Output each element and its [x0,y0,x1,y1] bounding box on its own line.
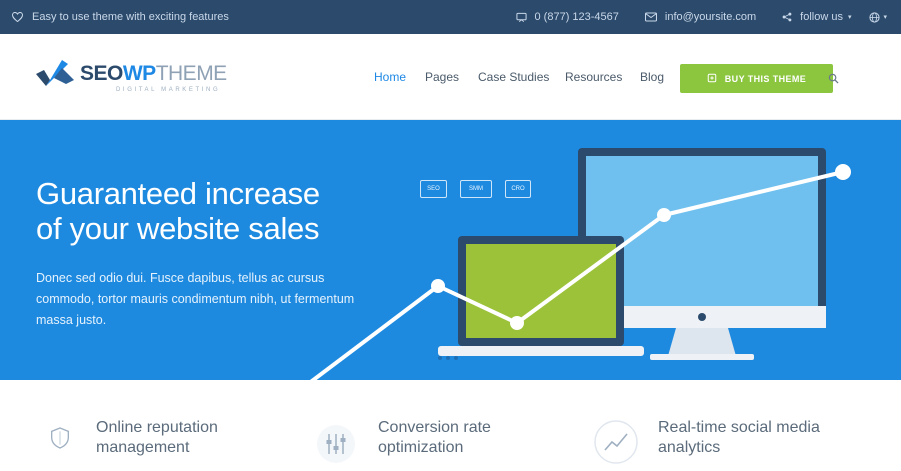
email-link[interactable]: info@yoursite.com [644,11,757,23]
phone-link[interactable]: 0 (877) 123-4567 [515,11,619,23]
tag-smm: SMM [460,180,492,198]
search-icon[interactable] [828,71,839,89]
mail-icon [644,12,657,22]
tagline-text: Easy to use theme with exciting features [32,11,229,23]
logo-tagline: DIGITAL MARKETING [116,87,221,93]
hero-title: Guaranteed increase of your website sale… [36,176,320,246]
feature-title-line1: Online reputation [96,419,218,436]
site-header: SEOWPTHEME DIGITAL MARKETING Home Pages … [0,34,901,120]
nav-home[interactable]: Home [374,70,406,84]
logo-wordmark: SEOWPTHEME [80,62,227,86]
feature-title-line1: Conversion rate [378,419,491,436]
hero-title-line1: Guaranteed increase [36,176,320,211]
cart-icon [707,73,717,85]
features-row: Online reputation management Conversion … [0,380,901,471]
feature-title-line2: analytics [658,439,721,456]
site-logo[interactable]: SEOWPTHEME DIGITAL MARKETING [36,56,236,102]
feature-title: Real-time social media analytics [658,418,820,458]
phone-number: 0 (877) 123-4567 [534,11,619,23]
follow-us-label: follow us [800,11,843,23]
top-bar: Easy to use theme with exciting features… [0,0,901,34]
logo-part-theme: THEME [155,62,228,85]
logo-mark-icon [36,60,74,86]
tag-seo: SEO [420,180,447,198]
nav-blog[interactable]: Blog [640,70,664,84]
email-address: info@yoursite.com [664,11,757,23]
hero-banner: SEO SMM CRO Guaranteed increase of your … [0,120,901,380]
buy-theme-label: BUY THIS THEME [724,73,807,84]
nav-case-studies[interactable]: Case Studies [478,70,549,84]
caret-down-icon: ▾ [847,14,852,21]
sliders-icon [316,418,356,463]
nav-resources[interactable]: Resources [565,70,622,84]
phone-icon [515,12,527,23]
tag-cro: CRO [505,180,531,198]
feature-title-line2: management [96,439,190,456]
buy-theme-button[interactable]: BUY THIS THEME [680,64,833,93]
nav-pages[interactable]: Pages [425,70,459,84]
follow-us-dropdown[interactable]: follow us ▾ [782,11,851,23]
hero-illustration [309,148,851,380]
feature-title: Online reputation management [96,418,218,458]
hero-description: Donec sed odio dui. Fusce dapibus, tellu… [36,271,355,327]
globe-icon [869,11,881,23]
shield-icon [50,418,90,458]
feature-title: Conversion rate optimization [378,418,491,458]
hero-title-line2: of your website sales [36,211,320,246]
logo-part-seo: SEO [80,62,123,85]
feature-title-line2: optimization [378,439,464,456]
caret-down-icon: ▾ [883,14,887,21]
share-icon [782,12,792,22]
logo-part-wp: WP [122,62,156,85]
language-dropdown[interactable]: ▾ [869,11,887,23]
trend-chart-icon [594,418,638,464]
feature-title-line1: Real-time social media [658,419,820,436]
heart-icon [12,12,23,22]
top-tagline: Easy to use theme with exciting features [12,0,229,34]
